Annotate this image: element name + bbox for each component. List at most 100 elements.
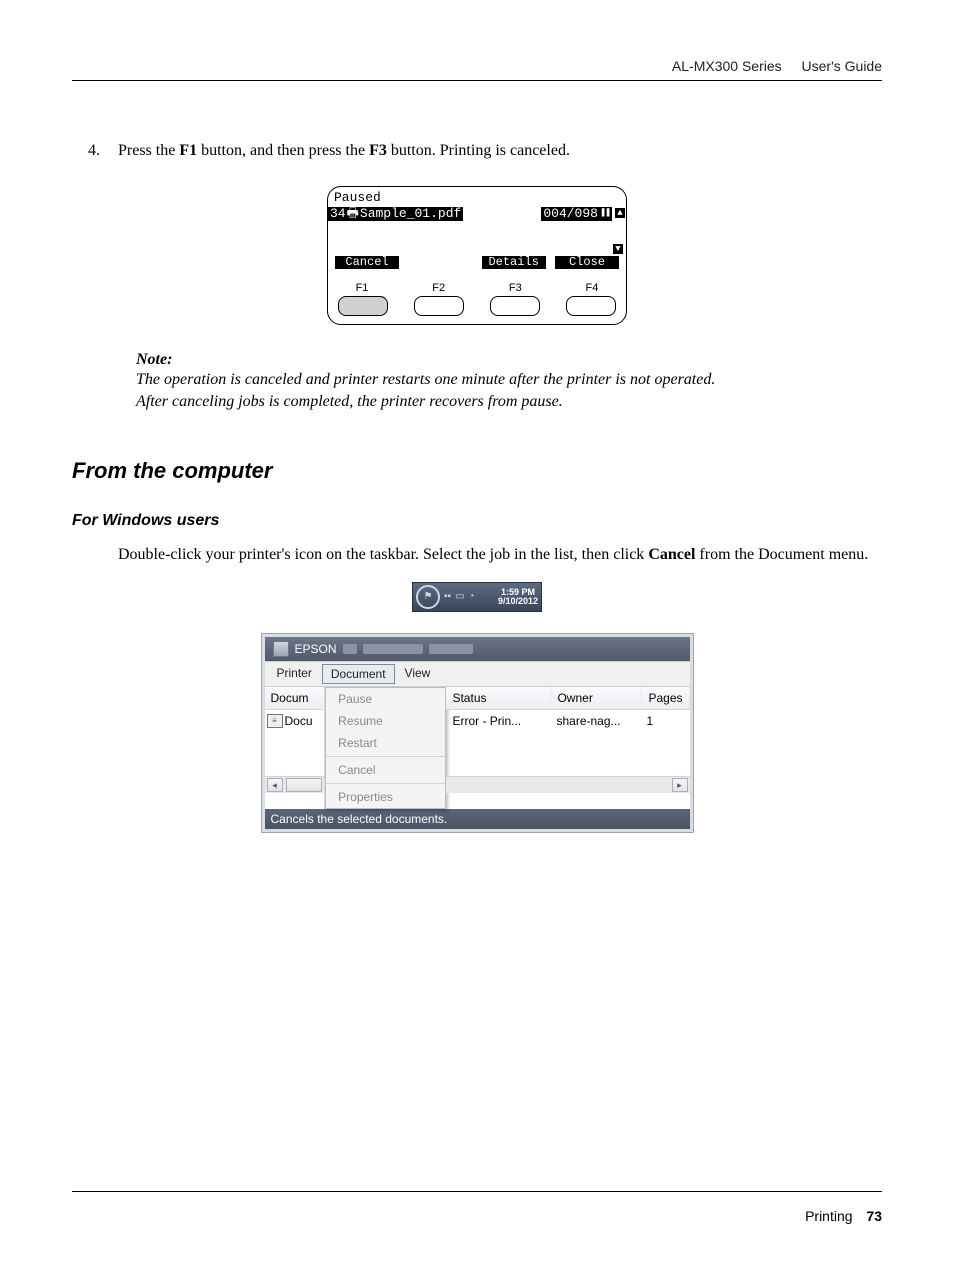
header-product: AL-MX300 Series bbox=[672, 58, 782, 74]
col-status[interactable]: Status bbox=[446, 687, 551, 709]
step-text-post: button. Printing is canceled. bbox=[387, 142, 570, 159]
lcd-frame: Paused 34🖶 Sample_01.pdf 004/098 ❚❚ ▲ bbox=[327, 186, 627, 325]
action-center-icon[interactable]: ⚑ bbox=[416, 585, 440, 609]
lcd-screen: Paused 34🖶 Sample_01.pdf 004/098 ❚❚ ▲ bbox=[328, 187, 626, 280]
lcd-job-progress: 004/098 bbox=[543, 207, 598, 221]
title-bar[interactable]: EPSON bbox=[265, 637, 690, 661]
lcd-soft-empty: . bbox=[407, 255, 473, 270]
tray-icons: ▪▪ ▭ ◔ bbox=[444, 591, 475, 602]
arrow-up-icon: ▲ bbox=[614, 207, 626, 219]
lcd-job-right: 004/098 ❚❚ bbox=[541, 207, 612, 221]
menu-document[interactable]: Document bbox=[322, 664, 395, 684]
tray-clock[interactable]: 1:59 PM 9/10/2012 bbox=[498, 588, 538, 606]
lcd-softkey-row: Cancel . Details Close bbox=[328, 255, 626, 274]
menu-printer[interactable]: Printer bbox=[269, 664, 320, 684]
header-doc-title: User's Guide bbox=[802, 58, 882, 74]
footer-page-number: 73 bbox=[866, 1208, 882, 1224]
header-rule bbox=[72, 80, 882, 81]
page: AL-MX300 Series User's Guide 4. Press th… bbox=[0, 0, 954, 1274]
fkey-labels: F1 F2 F3 F4 bbox=[328, 280, 626, 294]
arrow-down-icon: ▼ bbox=[612, 243, 624, 255]
queue-left-col: Docum ≡ Docu ◂ bbox=[265, 687, 326, 809]
title-redacted bbox=[363, 644, 423, 654]
f2-button[interactable] bbox=[414, 296, 464, 316]
step-text-pre: Press the bbox=[118, 142, 179, 159]
step-4: 4. Press the F1 button, and then press t… bbox=[72, 140, 882, 162]
lcd-job-left: 34🖶 Sample_01.pdf bbox=[328, 207, 463, 221]
body-paragraph: Double-click your printer's icon on the … bbox=[118, 544, 882, 566]
status-bar: Cancels the selected documents. bbox=[265, 809, 690, 829]
note-block: Note: The operation is canceled and prin… bbox=[136, 351, 882, 412]
note-heading: Note: bbox=[136, 351, 882, 369]
f4-button[interactable] bbox=[566, 296, 616, 316]
footer-chapter: Printing bbox=[805, 1208, 852, 1224]
lcd-soft-close: Close bbox=[554, 255, 620, 270]
col-owner[interactable]: Owner bbox=[551, 687, 642, 709]
printer-glyph-icon: 🖶 bbox=[347, 207, 359, 221]
printer-icon bbox=[273, 641, 289, 657]
menu-separator bbox=[326, 756, 445, 757]
pause-icon: ❚❚ bbox=[600, 208, 610, 219]
title-redacted bbox=[429, 644, 473, 654]
para-bold: Cancel bbox=[648, 546, 695, 563]
note-line-2: After canceling jobs is completed, the p… bbox=[136, 391, 882, 413]
h-scrollbar[interactable]: ◂ bbox=[265, 776, 325, 793]
step-list: 4. Press the F1 button, and then press t… bbox=[72, 140, 882, 162]
col-document-header[interactable]: Docum bbox=[265, 687, 325, 710]
queue-right: Status Owner Pages Error - Prin... share… bbox=[446, 687, 689, 809]
subsection-heading: For Windows users bbox=[72, 512, 882, 530]
menu-pause[interactable]: Pause bbox=[326, 688, 445, 710]
f1-button[interactable] bbox=[338, 296, 388, 316]
menu-cancel[interactable]: Cancel bbox=[326, 759, 445, 781]
tray-printer-icon[interactable]: ▭ bbox=[455, 591, 464, 602]
menu-properties[interactable]: Properties bbox=[326, 786, 445, 808]
cell-pages: 1 bbox=[640, 710, 689, 732]
printer-lcd-figure: Paused 34🖶 Sample_01.pdf 004/098 ❚❚ ▲ bbox=[327, 186, 627, 325]
menu-bar: Printer Document View bbox=[265, 661, 690, 687]
document-menu-dropdown: Pause Resume Restart Cancel Properties bbox=[325, 687, 446, 809]
print-queue-window: EPSON Printer Document View Docum ≡ Docu bbox=[262, 634, 693, 832]
page-footer: Printing 73 bbox=[805, 1208, 882, 1224]
fkey-f1-label: F1 bbox=[342, 282, 382, 294]
queue-body: Docum ≡ Docu ◂ Pause Resume Restart bbox=[265, 687, 690, 809]
menu-view[interactable]: View bbox=[397, 664, 439, 684]
note-line-1: The operation is canceled and printer re… bbox=[136, 369, 882, 391]
lcd-job-line: 34🖶 Sample_01.pdf 004/098 ❚❚ ▲ bbox=[328, 207, 626, 221]
lcd-soft-details: Details bbox=[481, 255, 547, 270]
table-row[interactable]: Error - Prin... share-nag... 1 bbox=[446, 710, 689, 732]
lcd-job-number: 34 bbox=[330, 207, 346, 221]
step-number: 4. bbox=[88, 140, 100, 162]
f3-button[interactable] bbox=[490, 296, 540, 316]
scroll-right-icon[interactable]: ▸ bbox=[672, 778, 688, 792]
lcd-status-line: Paused bbox=[328, 191, 626, 205]
para-post: from the Document menu. bbox=[695, 546, 868, 563]
menu-restart[interactable]: Restart bbox=[326, 732, 445, 754]
lcd-spacer bbox=[328, 221, 626, 243]
title-redacted bbox=[343, 644, 357, 654]
menu-separator bbox=[326, 783, 445, 784]
cell-status: Error - Prin... bbox=[446, 710, 550, 732]
step-text-mid: button, and then press the bbox=[197, 142, 369, 159]
scroll-left-icon[interactable]: ◂ bbox=[267, 778, 283, 792]
para-pre: Double-click your printer's icon on the … bbox=[118, 546, 648, 563]
taskbar-tray-figure: ⚑ ▪▪ ▭ ◔ 1:59 PM 9/10/2012 bbox=[412, 582, 542, 612]
fkey-f4-label: F4 bbox=[572, 282, 612, 294]
footer-rule bbox=[72, 1191, 882, 1192]
col-pages[interactable]: Pages bbox=[642, 687, 689, 709]
h-scrollbar-right[interactable]: ▸ bbox=[446, 776, 689, 793]
hw-button-row bbox=[328, 294, 626, 324]
queue-row-name: Docu bbox=[285, 714, 313, 728]
tray-volume-icon[interactable]: ◔ bbox=[469, 591, 475, 602]
fkey-f2-label: F2 bbox=[419, 282, 459, 294]
cell-owner: share-nag... bbox=[550, 710, 640, 732]
step-key-f1: F1 bbox=[179, 142, 197, 159]
page-header: AL-MX300 Series User's Guide bbox=[672, 58, 882, 74]
scroll-thumb[interactable] bbox=[286, 778, 322, 792]
queue-row[interactable]: ≡ Docu bbox=[265, 710, 325, 732]
tray-date: 9/10/2012 bbox=[498, 597, 538, 606]
step-key-f3: F3 bbox=[369, 142, 387, 159]
document-icon: ≡ bbox=[267, 714, 283, 728]
section-heading: From the computer bbox=[72, 458, 882, 484]
tray-up-icon[interactable]: ▪▪ bbox=[444, 591, 451, 602]
menu-resume[interactable]: Resume bbox=[326, 710, 445, 732]
